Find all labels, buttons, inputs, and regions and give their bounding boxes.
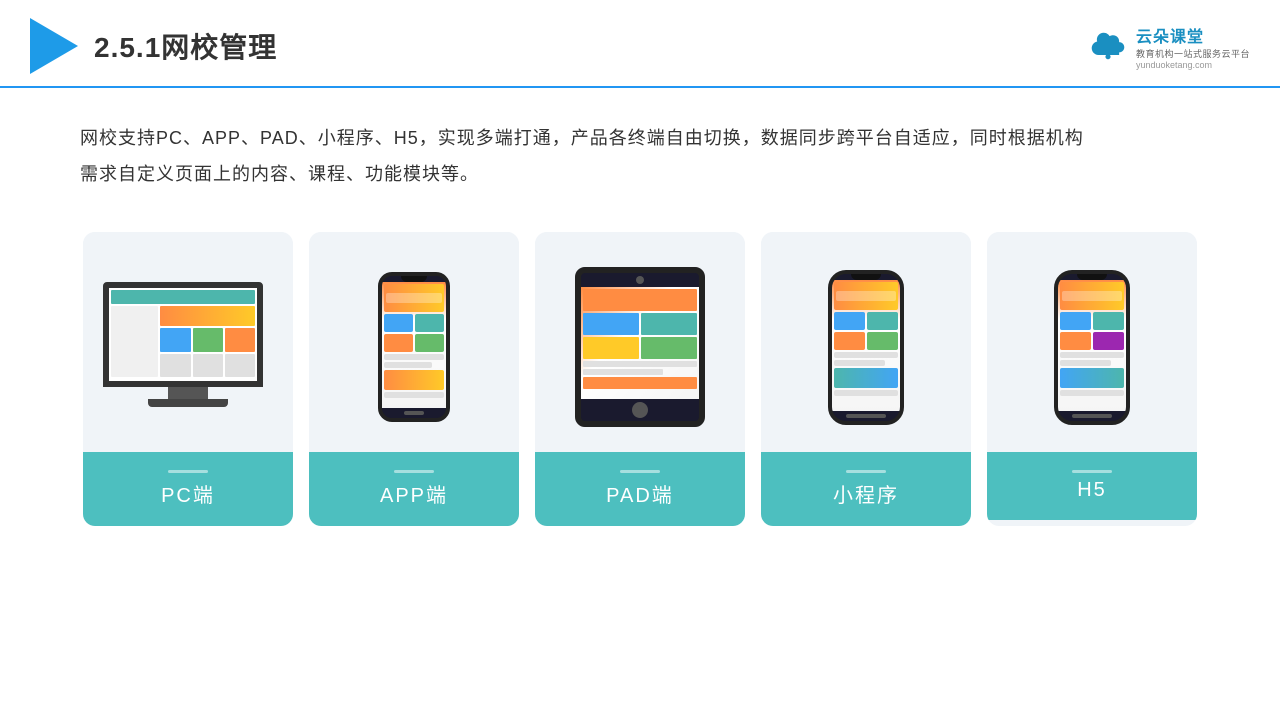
logo-icon (30, 18, 78, 74)
card-pc[interactable]: PC端 (83, 232, 293, 526)
brand-url: yunduoketang.com (1136, 60, 1212, 70)
card-app-image (309, 232, 519, 452)
cloud-icon (1086, 31, 1130, 61)
brand-sub: 教育机构一站式服务云平台 (1136, 47, 1250, 60)
card-app-label: APP端 (309, 452, 519, 526)
monitor-mockup (103, 282, 273, 412)
header-left: 2.5.1网校管理 (30, 18, 277, 74)
card-pc-label: PC端 (83, 452, 293, 526)
description-section: 网校支持PC、APP、PAD、小程序、H5，实现多端打通，产品各终端自由切换，数… (0, 88, 1280, 212)
brand-name: 云朵课堂 (1136, 23, 1204, 47)
card-pad-label: PAD端 (535, 452, 745, 526)
brand-text: 云朵课堂 教育机构一站式服务云平台 yunduoketang.com (1136, 23, 1250, 70)
card-mini-label: 小程序 (761, 452, 971, 526)
page-header: 2.5.1网校管理 云朵课堂 教育机构一站式服务云平台 yunduoketang… (0, 0, 1280, 88)
card-mini-image (761, 232, 971, 452)
card-app[interactable]: APP端 (309, 232, 519, 526)
card-pc-image (83, 232, 293, 452)
card-mini[interactable]: 小程序 (761, 232, 971, 526)
card-pad[interactable]: PAD端 (535, 232, 745, 526)
card-h5-image (987, 232, 1197, 452)
card-h5-label: H5 (987, 452, 1197, 520)
cards-container: PC端 (0, 212, 1280, 546)
phone-mockup-mini (828, 270, 904, 425)
brand-logo: 云朵课堂 教育机构一站式服务云平台 yunduoketang.com (1086, 23, 1250, 70)
description-text: 网校支持PC、APP、PAD、小程序、H5，实现多端打通，产品各终端自由切换，数… (80, 120, 1200, 192)
card-h5[interactable]: H5 (987, 232, 1197, 526)
tablet-mockup (575, 267, 705, 427)
card-pad-image (535, 232, 745, 452)
phone-mockup-h5 (1054, 270, 1130, 425)
page-title: 2.5.1网校管理 (94, 26, 277, 66)
phone-mockup-app (378, 272, 450, 422)
